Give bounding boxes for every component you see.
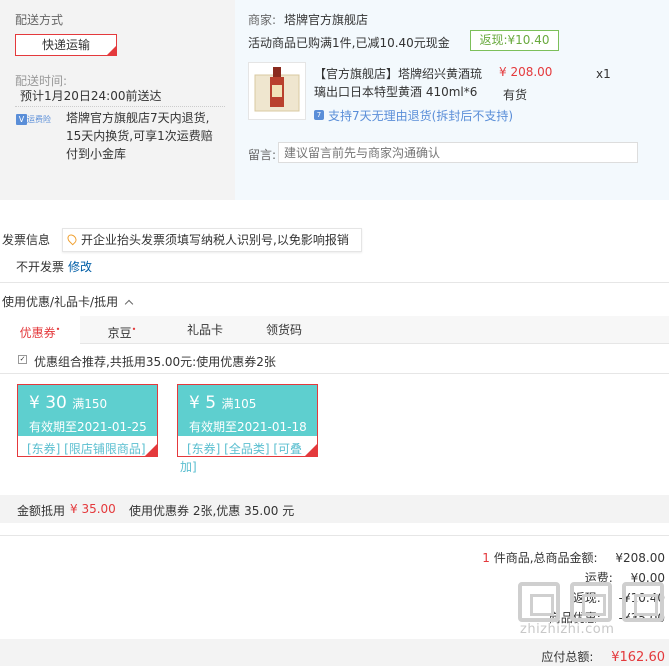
payable-value: ¥162.60: [611, 650, 665, 665]
location-pin-icon: [65, 232, 79, 246]
delivery-time-value: 预计1月20日24:00前送达: [20, 89, 162, 103]
insurance-text-3: 付到小金库: [66, 147, 127, 161]
divider: [0, 535, 669, 536]
selected-corner-icon: [305, 444, 317, 456]
summary-payable-row: 应付总额: ¥162.60: [541, 648, 665, 665]
discount-tabs: 优惠券• 京豆• 礼品卡 领货码: [0, 316, 669, 345]
discount-header: 使用优惠/礼品卡/抵用: [2, 295, 119, 309]
promo-text: 活动商品已购满1件,已减10.40元现金: [248, 36, 450, 50]
rebate-badge: 返现:¥10.40: [470, 30, 559, 51]
stock-status: 有货: [503, 88, 528, 102]
discount-section-toggle[interactable]: 使用优惠/礼品卡/抵用: [2, 293, 134, 310]
chevron-up-icon: [124, 299, 134, 309]
divider: [0, 282, 669, 283]
selected-corner-icon: [107, 46, 116, 55]
coupon-amount: 30: [45, 393, 67, 413]
product-price: ¥ 208.00: [499, 65, 553, 79]
product-image[interactable]: [248, 62, 306, 120]
discount-sum-detail: 使用优惠券 2张,优惠 35.00 元: [129, 504, 295, 518]
shipping-label: 配送方式: [15, 13, 64, 27]
summary-items-row: 1 件商品,总商品金额: ¥208.00: [482, 549, 665, 566]
items-label: 件商品,总商品金额:: [493, 551, 598, 565]
invoice-label: 发票信息: [2, 233, 51, 247]
coupon-tags: [东券] [全品类] [可叠: [187, 442, 303, 456]
coupon-condition: 满105: [221, 397, 257, 411]
watermark-logo: [518, 582, 668, 622]
payable-label: 应付总额:: [541, 650, 594, 664]
coupon-card[interactable]: ¥ 30 满150 有效期至2021-01-25 [东券] [限店铺限商品]: [17, 384, 158, 457]
coupon-validity: 有效期至2021-01-25: [29, 420, 147, 434]
seller-name[interactable]: 塔牌官方旗舰店: [284, 11, 368, 28]
refund-policy-icon: 7: [314, 110, 324, 120]
product-name-1[interactable]: 【官方旗舰店】塔牌绍兴黄酒琉: [314, 65, 482, 82]
tab-redeem-code[interactable]: 领货码: [245, 316, 323, 344]
coupon-tags: [东券] [限店铺限商品]: [27, 442, 146, 456]
watermark-text: zhizhizhi.com: [520, 622, 615, 637]
shipping-insurance-icon: V 运费险: [16, 112, 56, 125]
product-quantity: x1: [596, 67, 611, 81]
tab-coupons[interactable]: 优惠券•: [0, 316, 80, 345]
items-total: ¥208.00: [615, 551, 665, 565]
invoice-edit-link[interactable]: 修改: [68, 258, 92, 275]
coupon-validity: 有效期至2021-01-18: [189, 420, 307, 434]
invoice-tip-text: 开企业抬头发票须填写纳税人识别号,以免影响报销: [81, 233, 349, 247]
invoice-value: 不开发票: [16, 260, 65, 274]
seller-label: 商家:: [248, 13, 277, 27]
tab-gift-card[interactable]: 礼品卡: [166, 316, 244, 344]
discount-sum-label: 金额抵用: [17, 504, 66, 518]
message-input[interactable]: [278, 142, 638, 163]
coupon-amount: 5: [205, 393, 217, 413]
shipping-method-label: 快递运输: [41, 38, 90, 52]
item-count: 1: [482, 551, 490, 565]
message-label: 留言:: [248, 148, 277, 162]
selected-corner-icon: [145, 444, 157, 456]
coupon-condition: 满150: [72, 397, 108, 411]
refund-policy-text: 支持7天无理由退货(拆封后不支持): [328, 109, 513, 123]
wine-box-icon: [254, 67, 300, 112]
combo-text: 优惠组合推荐,共抵用35.00元:使用优惠券2张: [34, 355, 276, 369]
combo-recommend-checkbox[interactable]: ✓: [18, 355, 27, 364]
tab-jingdou[interactable]: 京豆•: [83, 316, 161, 344]
invoice-tip: 开企业抬头发票须填写纳税人识别号,以免影响报销: [62, 228, 362, 252]
product-name-2[interactable]: 璃出口日本特型黄酒 410ml*6: [314, 83, 477, 100]
shipping-method-button[interactable]: 快递运输: [15, 34, 117, 56]
insurance-text-1: 塔牌官方旗舰店7天内退货,: [66, 111, 210, 125]
divider: [15, 106, 225, 107]
coupon-tags-overflow: 加]: [180, 460, 197, 474]
coupon-card[interactable]: ¥ 5 满105 有效期至2021-01-18 [东券] [全品类] [可叠: [177, 384, 318, 457]
divider: [0, 373, 669, 374]
insurance-text-2: 15天内换货,可享1次运费赔: [66, 129, 213, 143]
discount-sum-value: ¥ 35.00: [70, 502, 116, 516]
